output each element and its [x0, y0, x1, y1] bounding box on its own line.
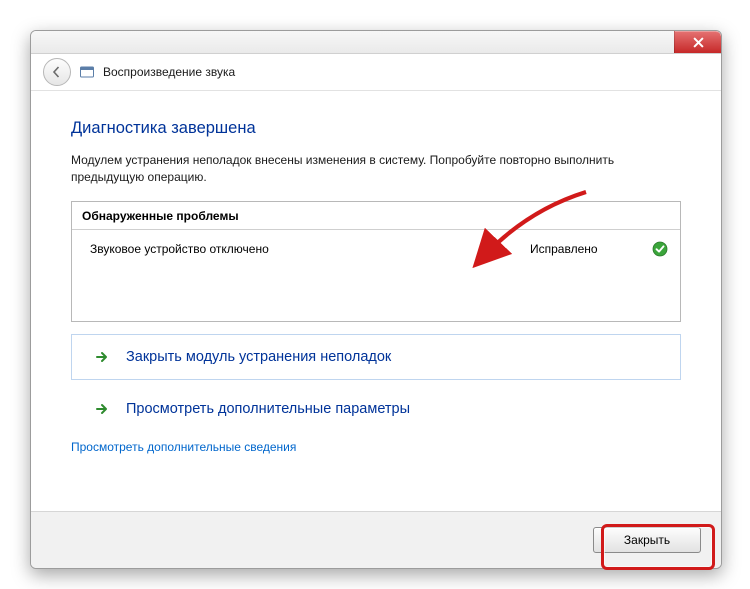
back-button[interactable]: [43, 58, 71, 86]
nav-row: Воспроизведение звука: [31, 54, 721, 91]
status-icon-cell: [650, 241, 670, 257]
problems-table: Обнаруженные проблемы Звуковое устройств…: [71, 201, 681, 322]
more-info-link[interactable]: Просмотреть дополнительные сведения: [71, 440, 296, 454]
close-button[interactable]: Закрыть: [593, 527, 701, 553]
problem-name: Звуковое устройство отключено: [90, 242, 530, 256]
page-title: Диагностика завершена: [71, 119, 681, 138]
back-arrow-icon: [51, 66, 63, 78]
app-icon: [79, 64, 95, 80]
problems-header: Обнаруженные проблемы: [72, 202, 680, 230]
arrow-right-icon: [94, 349, 110, 365]
table-row: Звуковое устройство отключено Исправлено: [72, 230, 680, 267]
extra-params-choice[interactable]: Просмотреть дополнительные параметры: [71, 394, 681, 424]
footer: Закрыть: [31, 511, 721, 568]
titlebar: [31, 31, 721, 54]
check-circle-icon: [652, 241, 668, 257]
troubleshooter-window: Воспроизведение звука Диагностика заверш…: [30, 30, 722, 569]
arrow-right-icon: [94, 401, 110, 417]
close-button-label: Закрыть: [624, 533, 670, 547]
close-icon: [693, 37, 704, 48]
content-area: Диагностика завершена Модулем устранения…: [31, 91, 721, 514]
page-description: Модулем устранения неполадок внесены изм…: [71, 152, 671, 187]
window-close-button[interactable]: [674, 31, 721, 53]
breadcrumb: Воспроизведение звука: [103, 65, 235, 79]
choice-label: Просмотреть дополнительные параметры: [126, 401, 410, 417]
problem-status: Исправлено: [530, 242, 650, 256]
choice-label: Закрыть модуль устранения неполадок: [126, 349, 391, 365]
close-troubleshooter-choice[interactable]: Закрыть модуль устранения неполадок: [71, 334, 681, 380]
